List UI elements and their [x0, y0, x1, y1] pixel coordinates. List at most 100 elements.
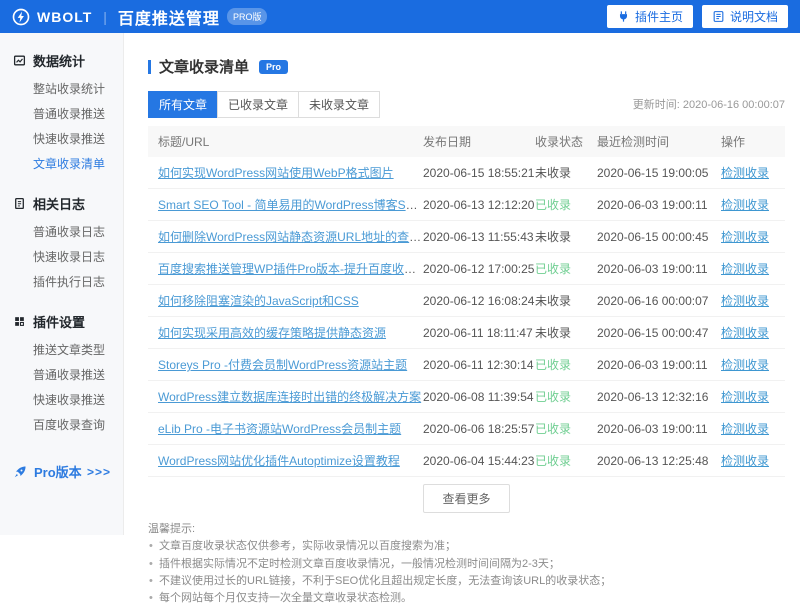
sidebar-section-label: 插件设置	[33, 312, 85, 331]
check-index-link[interactable]: 检测收录	[721, 454, 769, 468]
sidebar-item[interactable]: 整站收录统计	[0, 76, 123, 101]
last-check-time: 2020-06-15 00:00:45	[597, 221, 721, 253]
index-status: 已收录	[535, 358, 571, 372]
check-index-link[interactable]: 检测收录	[721, 358, 769, 372]
sidebar-pro-version[interactable]: Pro版本 >>>	[0, 450, 123, 481]
publish-date: 2020-06-13 12:12:20	[423, 189, 535, 221]
article-title-link[interactable]: WordPress建立数据库连接时出错的终极解决方案	[158, 390, 421, 404]
docs-button[interactable]: 说明文档	[702, 5, 788, 28]
index-status: 已收录	[535, 422, 571, 436]
sidebar-item[interactable]: 快速收录推送	[0, 387, 123, 412]
article-title-link[interactable]: 如何移除阻塞渲染的JavaScript和CSS	[158, 294, 359, 308]
tips-title: 温馨提示:	[148, 522, 785, 536]
brand-name: WBOLT	[37, 9, 92, 25]
publish-date: 2020-06-08 11:39:54	[423, 381, 535, 413]
article-title-link[interactable]: 如何删除WordPress网站静态资源URL地址的查询字符串	[158, 230, 423, 244]
check-index-link[interactable]: 检测收录	[721, 262, 769, 276]
update-time: 更新时间: 2020-06-16 00:00:07	[633, 96, 785, 112]
check-index-link[interactable]: 检测收录	[721, 230, 769, 244]
filter-tab[interactable]: 未收录文章	[298, 91, 380, 118]
last-check-time: 2020-06-13 12:25:48	[597, 445, 721, 477]
title-accent-bar	[148, 60, 151, 74]
page-title: 文章收录清单	[159, 56, 249, 77]
index-status: 未收录	[535, 294, 571, 308]
sidebar-item[interactable]: 普通收录推送	[0, 362, 123, 387]
table-row: Smart SEO Tool - 简单易用的WordPress博客SEO优化插件…	[148, 189, 785, 221]
sidebar-item[interactable]: 文章收录清单	[0, 151, 123, 176]
last-check-time: 2020-06-15 00:00:47	[597, 317, 721, 349]
doc-icon	[712, 10, 725, 23]
article-title-link[interactable]: WordPress网站优化插件Autoptimize设置教程	[158, 454, 400, 468]
article-index-table: 标题/URL发布日期收录状态最近检测时间操作 如何实现WordPress网站使用…	[148, 126, 785, 477]
main-content: 文章收录清单 Pro 所有文章已收录文章未收录文章 更新时间: 2020-06-…	[124, 33, 800, 535]
publish-date: 2020-06-11 12:30:14	[423, 349, 535, 381]
column-header: 收录状态	[535, 126, 597, 157]
article-title-link[interactable]: 如何实现WordPress网站使用WebP格式图片	[158, 166, 394, 180]
sidebar-section-label: 数据统计	[33, 51, 85, 70]
column-header: 发布日期	[423, 126, 535, 157]
check-index-link[interactable]: 检测收录	[721, 390, 769, 404]
check-index-link[interactable]: 检测收录	[721, 294, 769, 308]
load-more-button[interactable]: 查看更多	[423, 484, 509, 513]
sidebar-item[interactable]: 百度收录查询	[0, 412, 123, 437]
column-header: 操作	[721, 126, 785, 157]
article-title-link[interactable]: 如何实现采用高效的缓存策略提供静态资源	[158, 326, 386, 340]
table-row: Storeys Pro -付费会员制WordPress资源站主题 2020-06-…	[148, 349, 785, 381]
sidebar-item[interactable]: 快速收录推送	[0, 126, 123, 151]
column-header: 标题/URL	[148, 126, 423, 157]
article-title-link[interactable]: Smart SEO Tool - 简单易用的WordPress博客SEO优化插件	[158, 198, 423, 212]
tip-item: 插件根据实际情况不定时检测文章百度收录情况，一般情况检测时间间隔为2-3天；	[148, 557, 785, 571]
header-button-label: 插件主页	[635, 8, 683, 25]
sidebar-item[interactable]: 普通收录推送	[0, 101, 123, 126]
check-index-link[interactable]: 检测收录	[721, 422, 769, 436]
plugin-home-button[interactable]: 插件主页	[607, 5, 693, 28]
table-row: 如何删除WordPress网站静态资源URL地址的查询字符串2020-06-13…	[148, 221, 785, 253]
bolt-icon	[12, 8, 30, 26]
tips-list: 文章百度收录状态仅供参考，实际收录情况以百度搜索为准； 插件根据实际情况不定时检测…	[148, 539, 785, 605]
sidebar-item[interactable]: 快速收录日志	[0, 244, 123, 269]
rocket-icon	[13, 465, 27, 479]
check-index-link[interactable]: 检测收录	[721, 166, 769, 180]
filter-tabs: 所有文章已收录文章未收录文章 更新时间: 2020-06-16 00:00:07	[148, 91, 785, 118]
filter-tab[interactable]: 已收录文章	[217, 91, 299, 118]
sidebar-item[interactable]: 插件执行日志	[0, 269, 123, 294]
publish-date: 2020-06-04 15:44:23	[423, 445, 535, 477]
column-header: 最近检测时间	[597, 126, 721, 157]
app-title: 百度推送管理	[118, 5, 220, 29]
article-title-link[interactable]: 百度搜索推送管理WP插件Pro版本-提升百度收录效率	[158, 262, 423, 276]
check-index-link[interactable]: 检测收录	[721, 326, 769, 340]
table-row: 百度搜索推送管理WP插件Pro版本-提升百度收录效率2020-06-12 17:…	[148, 253, 785, 285]
table-row: WordPress建立数据库连接时出错的终极解决方案2020-06-08 11:…	[148, 381, 785, 413]
sidebar-section-title: 插件设置	[0, 307, 123, 337]
index-status: 已收录	[535, 390, 571, 404]
article-title-link[interactable]: eLib Pro -电子书资源站WordPress会员制主题	[158, 422, 401, 436]
sidebar-section: 插件设置推送文章类型普通收录推送快速收录推送百度收录查询	[0, 307, 123, 437]
plug-icon	[617, 10, 630, 23]
index-status: 未收录	[535, 166, 571, 180]
table-header: 标题/URL发布日期收录状态最近检测时间操作	[148, 126, 785, 157]
header-actions: 插件主页 说明文档	[607, 5, 788, 28]
sidebar-section-title: 数据统计	[0, 46, 123, 76]
tip-item: 文章百度收录状态仅供参考，实际收录情况以百度搜索为准；	[148, 539, 785, 553]
sidebar-item[interactable]: 普通收录日志	[0, 219, 123, 244]
tip-item: 不建议使用过长的URL链接，不利于SEO优化且超出规定长度，无法查询该URL的收…	[148, 574, 785, 588]
table-row: 如何实现WordPress网站使用WebP格式图片2020-06-15 18:5…	[148, 157, 785, 189]
check-index-link[interactable]: 检测收录	[721, 198, 769, 212]
pro-badge: Pro	[259, 60, 288, 74]
logs-icon	[13, 197, 26, 210]
tip-item: 每个网站每个月仅支持一次全量文章收录状态检测。	[148, 591, 785, 605]
last-check-time: 2020-06-03 19:00:11	[597, 189, 721, 221]
sidebar-section-label: 相关日志	[33, 194, 85, 213]
app-header: WBOLT | 百度推送管理 PRO版 插件主页说明文档	[0, 0, 800, 33]
table-row: 如何移除阻塞渲染的JavaScript和CSS2020-06-12 16:08:…	[148, 285, 785, 317]
filter-tab[interactable]: 所有文章	[148, 91, 218, 118]
index-status: 已收录	[535, 454, 571, 468]
sidebar-item[interactable]: 推送文章类型	[0, 337, 123, 362]
publish-date: 2020-06-13 11:55:43	[423, 221, 535, 253]
sidebar-section: 数据统计整站收录统计普通收录推送快速收录推送文章收录清单	[0, 46, 123, 176]
sidebar-section-title: 相关日志	[0, 189, 123, 219]
article-title-link[interactable]: Storeys Pro -付费会员制WordPress资源站主题	[158, 358, 407, 372]
index-status: 已收录	[535, 262, 571, 276]
pro-version-badge: PRO版	[227, 8, 268, 25]
table-row: 如何实现采用高效的缓存策略提供静态资源2020-06-11 18:11:47未收…	[148, 317, 785, 349]
